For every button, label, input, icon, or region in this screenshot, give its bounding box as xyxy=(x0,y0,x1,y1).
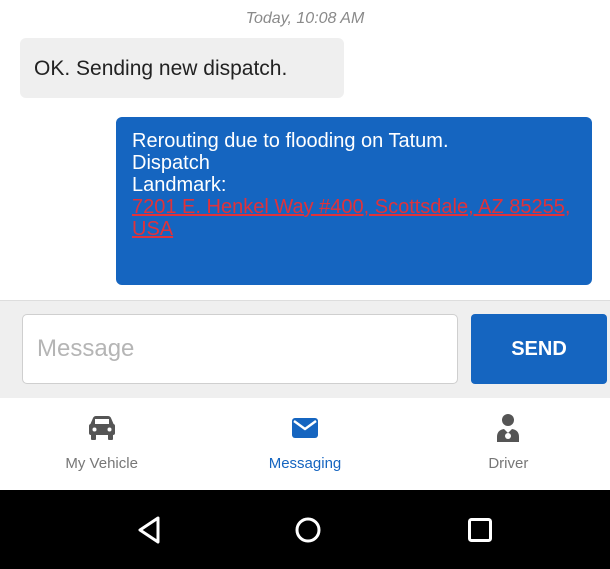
send-button[interactable]: SEND xyxy=(471,314,607,384)
bottom-tab-bar: My Vehicle Messaging Driver xyxy=(0,398,610,490)
recents-icon[interactable] xyxy=(462,512,498,548)
message-composer: SEND xyxy=(0,300,610,398)
tab-messaging[interactable]: Messaging xyxy=(203,398,406,490)
back-icon[interactable] xyxy=(131,512,167,548)
car-icon xyxy=(86,412,118,444)
tab-label-messaging: Messaging xyxy=(268,455,342,472)
tab-label-driver: Driver xyxy=(488,455,529,472)
tab-label-my-vehicle: My Vehicle xyxy=(65,455,138,472)
envelope-icon xyxy=(289,412,321,444)
message-line-dispatch: Dispatch xyxy=(132,152,210,174)
tab-my-vehicle[interactable]: My Vehicle xyxy=(0,398,203,490)
tab-driver[interactable]: Driver xyxy=(407,398,610,490)
message-timestamp: Today, 10:08 AM xyxy=(245,10,365,27)
incoming-message-bubble: OK. Sending new dispatch. xyxy=(20,38,344,98)
app-screen: Today, 10:08 AM OK. Sending new dispatch… xyxy=(0,0,610,569)
message-thread[interactable]: Today, 10:08 AM OK. Sending new dispatch… xyxy=(0,0,610,300)
message-line-reroute: Rerouting due to flooding on Tatum. xyxy=(132,130,449,152)
person-icon xyxy=(492,412,524,444)
message-input[interactable] xyxy=(22,314,458,384)
landmark-address-link[interactable]: 7201 E. Henkel Way #400, Scottsdale, AZ … xyxy=(132,196,572,240)
outgoing-message-bubble: Rerouting due to flooding on Tatum. Disp… xyxy=(116,117,592,285)
system-navigation-bar xyxy=(0,490,610,569)
home-icon[interactable] xyxy=(290,512,326,548)
message-line-landmark: Landmark: xyxy=(132,174,227,196)
